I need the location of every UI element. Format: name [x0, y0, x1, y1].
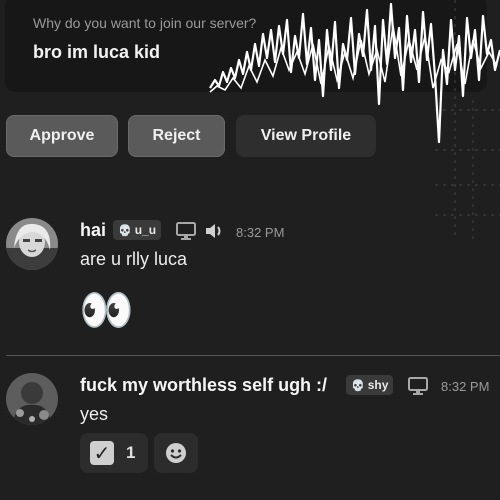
eyes-emoji: 👀 — [79, 286, 134, 335]
reaction-count: 1 — [126, 443, 136, 462]
message-divider — [6, 355, 500, 356]
avatar[interactable] — [6, 373, 58, 425]
view-profile-button[interactable]: View Profile — [236, 115, 376, 157]
avatar[interactable] — [6, 218, 58, 270]
server-tag-label: shy — [367, 378, 389, 392]
application-answer: bro im luca kid — [33, 42, 161, 62]
message-text: are u rlly luca — [80, 249, 188, 269]
skull-icon: 💀 — [118, 224, 132, 237]
server-tag-badge[interactable]: 💀 u_u — [113, 220, 162, 240]
reaction-check-mark[interactable]: ✓ 1 — [80, 433, 148, 473]
message-timestamp: 8:32 PM — [236, 225, 285, 240]
message-timestamp: 8:32 PM — [441, 379, 490, 394]
message-username[interactable]: hai — [80, 220, 106, 241]
server-tag-badge[interactable]: 💀 shy — [346, 375, 394, 395]
message-username[interactable]: fuck my worthless self ugh :/ — [80, 375, 327, 396]
message-text: yes — [80, 404, 109, 424]
approve-button[interactable]: Approve — [6, 115, 118, 157]
desktop-icon — [176, 222, 196, 240]
skull-icon: 💀 — [351, 379, 365, 392]
add-reaction-button[interactable] — [154, 433, 198, 473]
speaker-icon — [206, 224, 221, 238]
reject-button[interactable]: Reject — [128, 115, 225, 157]
check-mark-icon: ✓ — [90, 441, 114, 465]
smiley-icon — [166, 443, 186, 463]
desktop-icon — [408, 377, 428, 395]
server-tag-label: u_u — [134, 223, 157, 237]
